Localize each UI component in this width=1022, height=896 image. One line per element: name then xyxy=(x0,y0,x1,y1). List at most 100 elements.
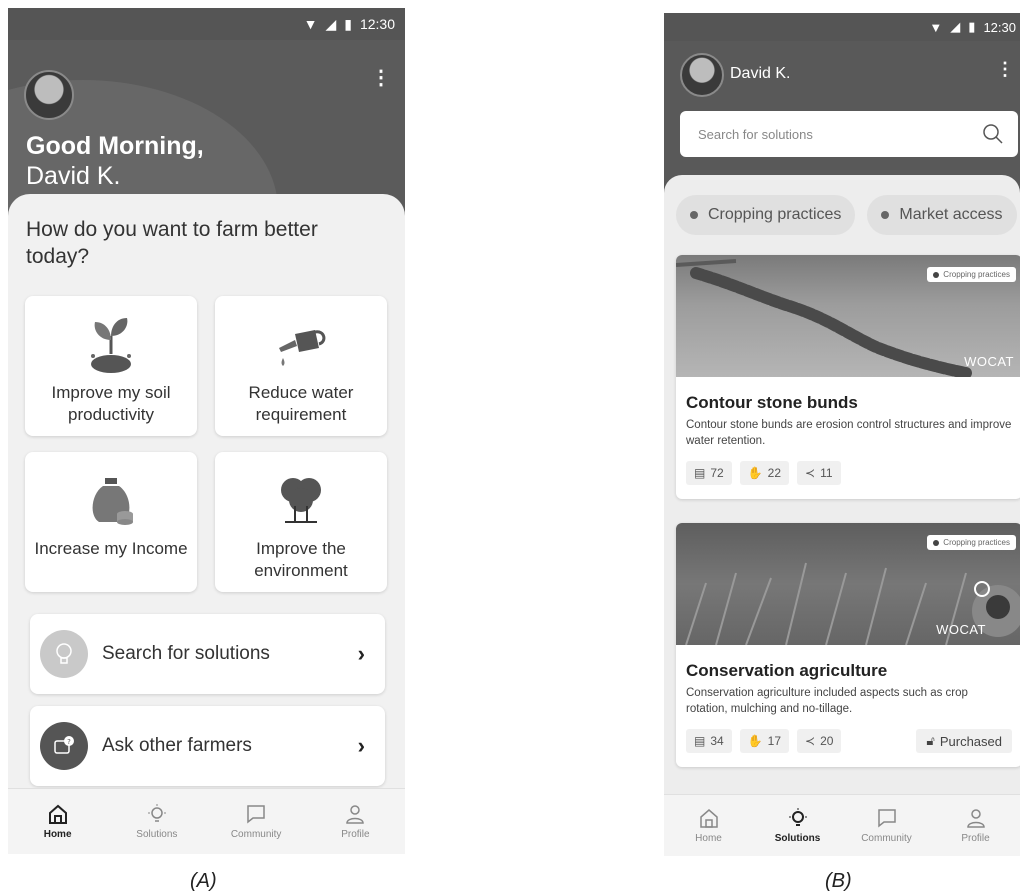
views-count: 34 xyxy=(710,734,724,748)
home-screen: ▼ ◢ ▮ 12:30 ⋮ Good Morning, David K. How… xyxy=(8,8,405,854)
nav-community[interactable]: Community xyxy=(852,807,922,844)
bottom-nav: Home Solutions Community Profile xyxy=(664,794,1020,856)
watermark: WOCAT xyxy=(936,622,986,637)
chat-icon xyxy=(877,809,896,828)
goal-label: Reduce water requirement xyxy=(248,383,354,424)
goal-label: Increase my Income xyxy=(34,539,188,558)
views-count: 72 xyxy=(710,466,724,480)
search-placeholder: Search for solutions xyxy=(698,126,813,142)
solutions-screen: ▼ ◢ ▮ 12:30 David K. ⋮ Search for soluti… xyxy=(664,13,1020,856)
category-tag: Cropping practices xyxy=(927,535,1016,550)
nav-profile[interactable]: Profile xyxy=(941,807,1011,844)
home-icon xyxy=(48,804,67,824)
status-bar: ▼ ◢ ▮ 12:30 xyxy=(664,13,1020,41)
user-name: David K. xyxy=(26,162,121,190)
goal-tile-environment[interactable]: Improve the environment xyxy=(215,452,387,592)
user-name: David K. xyxy=(730,65,791,82)
solution-card[interactable]: Cropping practices WOCAT Conservation ag… xyxy=(676,523,1020,767)
nav-label: Profile xyxy=(961,833,990,844)
shares-stat[interactable]: ≺ 11 xyxy=(797,461,841,485)
battery-icon: ▮ xyxy=(968,19,976,34)
nav-home[interactable]: Home xyxy=(23,803,93,840)
shares-count: 20 xyxy=(820,734,834,748)
lightbulb-icon xyxy=(40,630,88,678)
page-question: How do you want to farm better today? xyxy=(26,218,318,268)
ask-farmers-button[interactable]: ? Ask other farmers › xyxy=(30,706,385,786)
bottom-nav: Home Solutions Community Profile xyxy=(8,788,405,854)
likes-count: 17 xyxy=(767,734,782,748)
shares-count: 11 xyxy=(820,466,833,480)
caption-a: (A) xyxy=(190,870,217,892)
greeting-text: Good Morning, xyxy=(26,132,204,160)
nav-label: Solutions xyxy=(136,829,178,840)
chat-icon xyxy=(247,805,265,824)
lightbulb-icon xyxy=(788,808,807,826)
solution-card[interactable]: Cropping practices WOCAT Contour stone b… xyxy=(676,255,1020,499)
share-icon: ≺ xyxy=(805,734,816,748)
likes-stat[interactable]: ✋ 17 xyxy=(739,729,790,753)
nav-profile[interactable]: Profile xyxy=(320,803,390,840)
signal-icon: ◢ xyxy=(325,15,337,32)
dot-icon xyxy=(933,271,940,278)
action-label: Ask other farmers xyxy=(102,735,252,756)
dot-icon xyxy=(933,539,940,546)
action-label: Search for solutions xyxy=(102,643,270,664)
lightbulb-icon xyxy=(147,804,166,822)
trees-icon xyxy=(281,478,321,523)
tag-label: Cropping practices xyxy=(943,538,1010,547)
wifi-icon: ▼ xyxy=(929,19,943,35)
nav-label: Community xyxy=(230,829,282,840)
question-chat-icon: ? xyxy=(40,722,88,770)
clock: 12:30 xyxy=(359,16,395,32)
search-solutions-button[interactable]: Search for solutions › xyxy=(30,614,385,694)
goal-tile-soil[interactable]: Improve my soil productivity xyxy=(25,296,197,436)
avatar[interactable] xyxy=(680,53,724,97)
chevron-right-icon: › xyxy=(357,733,365,758)
wifi-icon: ▼ xyxy=(303,16,318,32)
likes-stat[interactable]: ✋ 22 xyxy=(739,461,790,485)
nav-home[interactable]: Home xyxy=(674,807,744,844)
goal-tile-water[interactable]: Reduce water requirement xyxy=(215,296,387,436)
category-tag: Cropping practices xyxy=(927,267,1016,282)
dot-icon xyxy=(690,211,698,219)
person-icon xyxy=(966,809,985,828)
home-icon xyxy=(699,809,718,828)
money-bag-icon xyxy=(92,478,133,525)
svg-text:?: ? xyxy=(67,738,71,746)
book-icon: ▤ xyxy=(694,466,706,480)
watering-can-icon xyxy=(279,330,326,366)
goal-tile-income[interactable]: Increase my Income xyxy=(25,452,197,592)
nav-label: Home xyxy=(695,833,722,844)
nav-community[interactable]: Community xyxy=(221,803,291,840)
share-icon: ≺ xyxy=(805,466,816,480)
clock: 12:30 xyxy=(983,19,1016,35)
more-options-icon[interactable]: ⋮ xyxy=(996,59,1014,80)
purchased-badge: 🔓︎ Purchased xyxy=(916,729,1012,753)
shares-stat[interactable]: ≺ 20 xyxy=(797,729,842,753)
more-options-icon[interactable]: ⋮ xyxy=(371,68,391,88)
chip-label: Cropping practices xyxy=(708,206,842,223)
watermark: WOCAT xyxy=(964,354,1014,369)
handshake-icon: ✋ xyxy=(747,734,763,748)
person-icon xyxy=(346,805,365,824)
signal-icon: ◢ xyxy=(950,19,961,34)
unlock-icon: 🔓︎ xyxy=(926,733,935,748)
handshake-icon: ✋ xyxy=(747,466,763,480)
nav-label: Solutions xyxy=(774,833,821,844)
figure: ▼ ◢ ▮ 12:30 ⋮ Good Morning, David K. How… xyxy=(0,0,1022,896)
search-input[interactable]: Search for solutions xyxy=(680,111,1018,157)
nav-label: Profile xyxy=(341,829,370,840)
solutions-list: Cropping practices Market access Croppin… xyxy=(664,175,1020,795)
chip-market[interactable]: Market access xyxy=(867,195,1017,235)
avatar[interactable] xyxy=(24,70,74,120)
book-icon: ▤ xyxy=(694,734,706,748)
nav-solutions[interactable]: Solutions xyxy=(122,803,192,840)
search-icon[interactable] xyxy=(982,123,1004,145)
dot-icon xyxy=(881,211,890,219)
likes-count: 22 xyxy=(767,466,782,480)
goal-label: Improve the environment xyxy=(254,539,348,580)
nav-solutions[interactable]: Solutions xyxy=(763,807,833,844)
card-photo: Cropping practices WOCAT xyxy=(676,523,1020,645)
card-stats: ▤ 72 ✋ 22 ≺ 11 xyxy=(686,461,1012,485)
chip-cropping[interactable]: Cropping practices xyxy=(676,195,856,235)
